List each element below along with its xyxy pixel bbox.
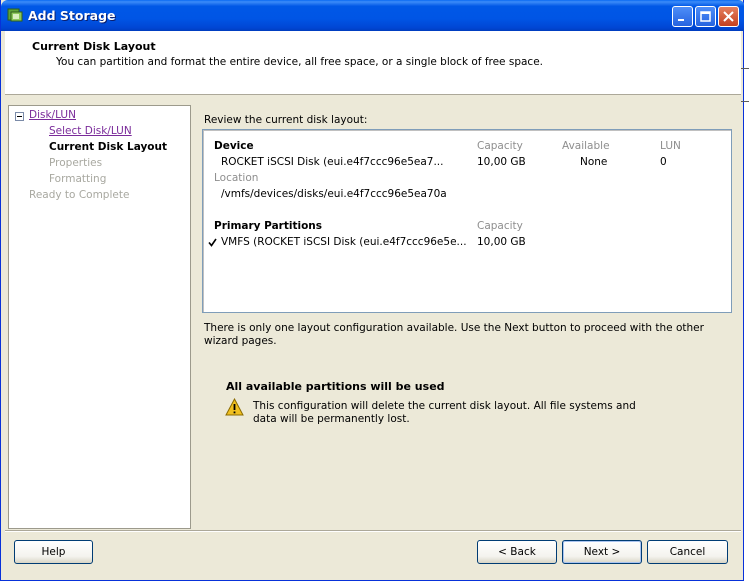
device-name: ROCKET iSCSI Disk (eui.e4f7ccc96e5ea7... (221, 156, 444, 168)
maximize-icon (700, 11, 711, 22)
step-ready-to-complete: Ready to Complete (29, 189, 130, 201)
add-storage-window: Add Storage Current Disk Layout You can … (0, 0, 745, 581)
device-heading: Device (214, 140, 254, 152)
location-label: Location (214, 172, 259, 184)
window-title: Add Storage (28, 8, 116, 23)
step-disk-lun[interactable]: Disk/LUN (29, 109, 76, 121)
device-lun: 0 (660, 156, 667, 168)
maximize-button[interactable] (695, 6, 716, 27)
step-properties: Properties (49, 157, 103, 169)
warning-title: All available partitions will be used (226, 380, 445, 393)
button-divider (5, 530, 741, 532)
checkmark-icon (208, 238, 217, 247)
disk-layout-table: Device Capacity Available LUN ROCKET iSC… (202, 129, 732, 313)
close-icon (723, 11, 734, 22)
warning-icon (225, 398, 244, 416)
page-subtitle: You can partition and format the entire … (56, 56, 543, 68)
device-capacity: 10,00 GB (477, 156, 526, 168)
minimize-icon (678, 19, 684, 21)
background-line (741, 68, 749, 69)
device-location: /vmfs/devices/disks/eui.e4f7ccc96e5ea70a (221, 188, 447, 200)
step-select-disk-lun[interactable]: Select Disk/LUN (49, 125, 132, 137)
background-strip (744, 0, 749, 586)
title-bar[interactable]: Add Storage (1, 0, 745, 31)
layout-info-text: There is only one layout configuration a… (204, 322, 704, 347)
warning-text: This configuration will delete the curre… (253, 400, 636, 425)
primary-partitions-heading: Primary Partitions (214, 220, 323, 232)
step-formatting: Formatting (49, 173, 107, 185)
back-button[interactable]: < Back (477, 540, 557, 564)
capacity-column-header: Capacity (477, 140, 523, 152)
partition-name: VMFS (ROCKET iSCSI Disk (eui.e4f7ccc96e5… (221, 236, 467, 248)
minimize-button[interactable] (672, 6, 693, 27)
available-column-header: Available (562, 140, 610, 152)
review-label: Review the current disk layout: (204, 114, 368, 126)
step-current-disk-layout: Current Disk Layout (49, 141, 168, 153)
background-strip (0, 581, 749, 586)
cancel-button[interactable]: Cancel (647, 540, 728, 564)
wizard-steps-panel: Disk/LUN Select Disk/LUN Current Disk La… (8, 105, 191, 529)
storage-app-icon (7, 8, 23, 22)
background-line (741, 101, 749, 102)
help-button[interactable]: Help (14, 540, 93, 564)
close-window-button[interactable] (718, 6, 739, 27)
partition-capacity-column-header: Capacity (477, 220, 523, 232)
partition-capacity: 10,00 GB (477, 236, 526, 248)
page-title: Current Disk Layout (32, 40, 156, 53)
device-available: None (580, 156, 608, 168)
collapse-toggle-icon[interactable] (15, 112, 24, 121)
lun-column-header: LUN (660, 140, 681, 152)
wizard-header: Current Disk Layout You can partition an… (5, 31, 741, 95)
next-button[interactable]: Next > (562, 540, 642, 564)
